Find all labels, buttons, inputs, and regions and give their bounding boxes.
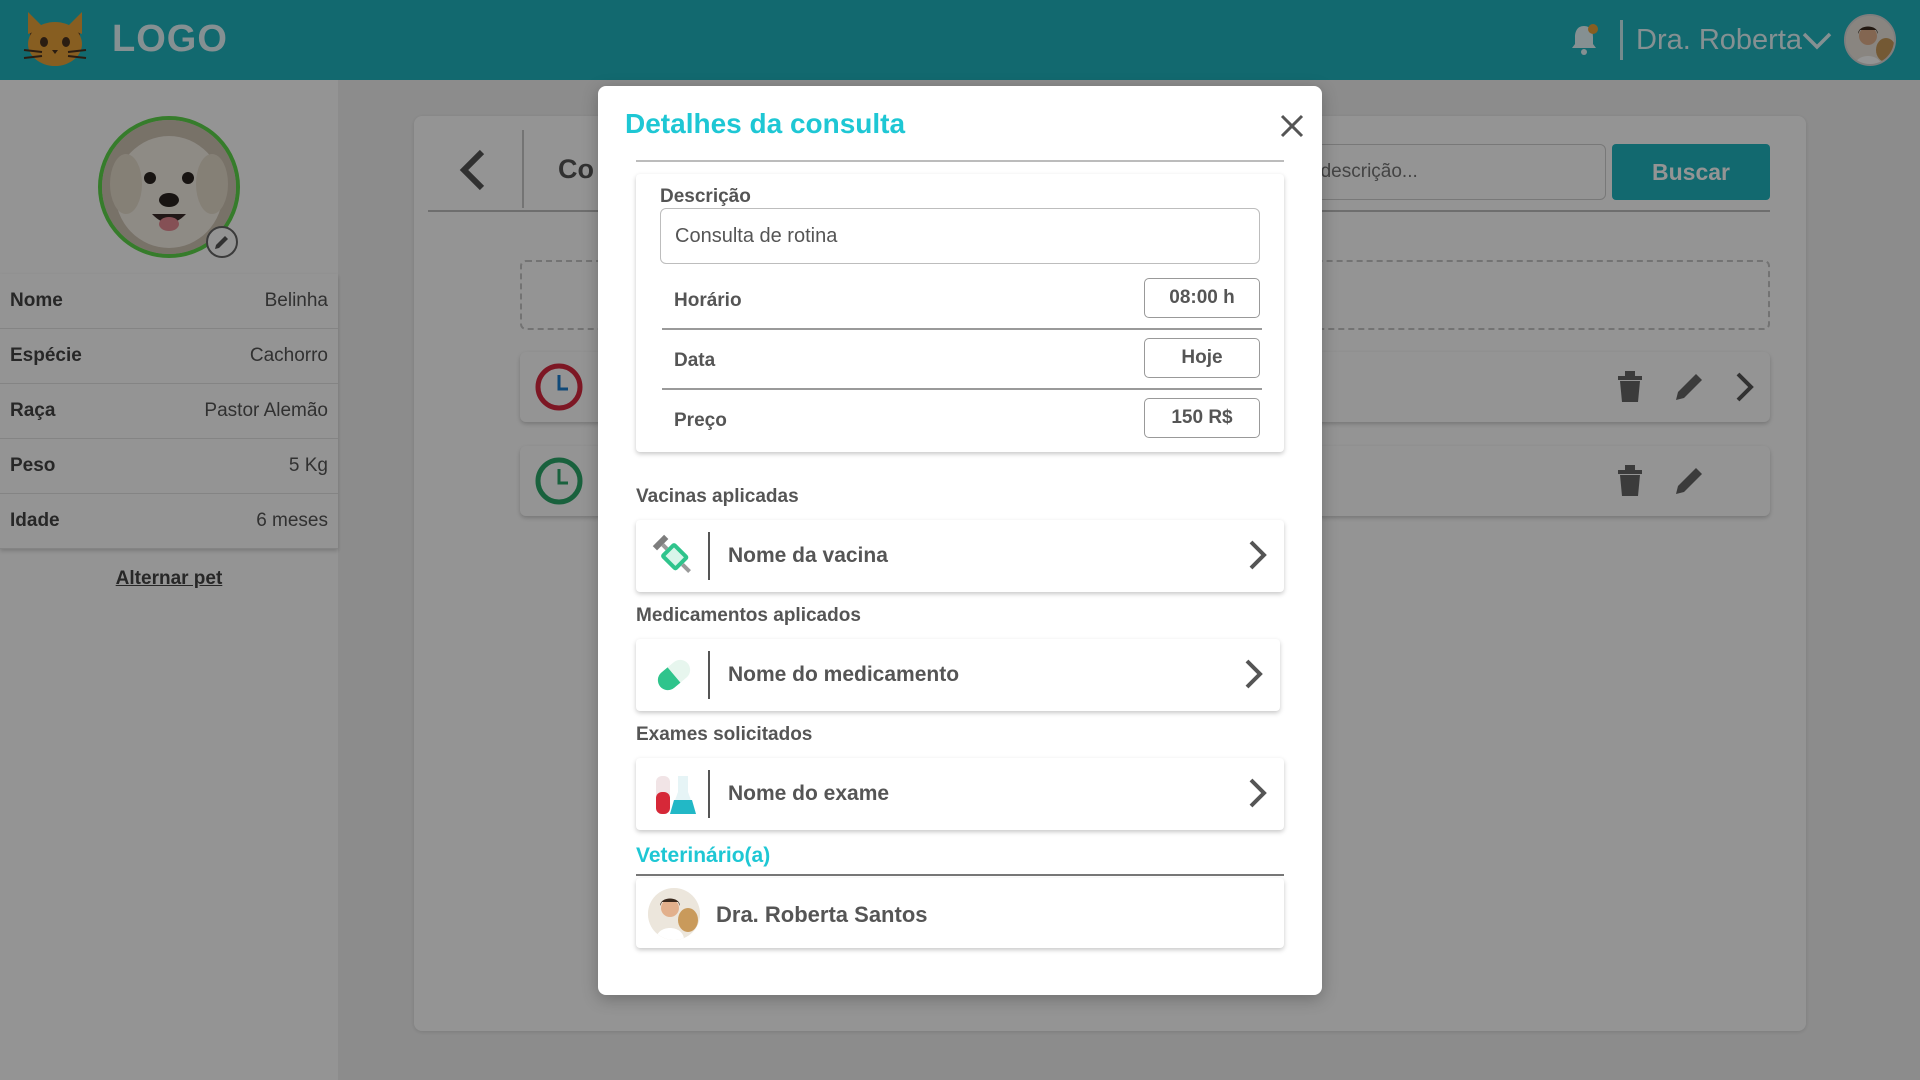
price-value[interactable]: 150 R$ (1144, 398, 1260, 438)
vet-photo-icon (648, 888, 700, 940)
item-divider (708, 532, 710, 580)
vet-section-divider (636, 874, 1284, 876)
medications-section-label: Medicamentos aplicados (636, 605, 861, 626)
modal-divider (636, 160, 1284, 162)
item-divider (708, 651, 710, 699)
item-divider (708, 770, 710, 818)
medication-name: Nome do medicamento (728, 663, 960, 686)
time-label: Horário (674, 290, 742, 311)
vet-avatar (648, 888, 700, 940)
chevron-right-icon[interactable] (1246, 538, 1270, 572)
exams-section-label: Exames solicitados (636, 724, 813, 745)
price-row: Preço 150 R$ (662, 390, 1262, 450)
syringe-icon (652, 534, 691, 573)
vet-section-label: Veterinário(a) (636, 844, 771, 867)
consultation-details-modal: Detalhes da consulta Descrição Horário 0… (598, 86, 1322, 995)
test-tubes-icon (656, 776, 696, 814)
exam-item[interactable]: Nome do exame (636, 758, 1284, 830)
vaccine-item[interactable]: Nome da vacina (636, 520, 1284, 592)
description-label: Descrição (660, 186, 751, 207)
date-value[interactable]: Hoje (1144, 338, 1260, 378)
date-label: Data (674, 350, 716, 371)
date-row: Data Hoje (662, 330, 1262, 390)
vaccine-name: Nome da vacina (728, 544, 888, 567)
time-value[interactable]: 08:00 h (1144, 278, 1260, 318)
modal-title: Detalhes da consulta (625, 108, 906, 139)
close-icon[interactable] (1274, 108, 1310, 144)
pill-icon (657, 659, 691, 691)
consultation-details-card: Descrição Horário 08:00 h Data Hoje Preç… (636, 174, 1284, 452)
vaccines-section-label: Vacinas aplicadas (636, 486, 799, 507)
time-row: Horário 08:00 h (662, 270, 1262, 330)
vet-card[interactable]: Dra. Roberta Santos (636, 878, 1284, 948)
vet-name: Dra. Roberta Santos (716, 902, 928, 927)
description-field[interactable] (660, 208, 1260, 264)
exam-name: Nome do exame (728, 782, 890, 805)
chevron-right-icon[interactable] (1242, 657, 1266, 691)
medication-item[interactable]: Nome do medicamento (636, 639, 1280, 711)
chevron-right-icon[interactable] (1246, 776, 1270, 810)
price-label: Preço (674, 410, 727, 431)
